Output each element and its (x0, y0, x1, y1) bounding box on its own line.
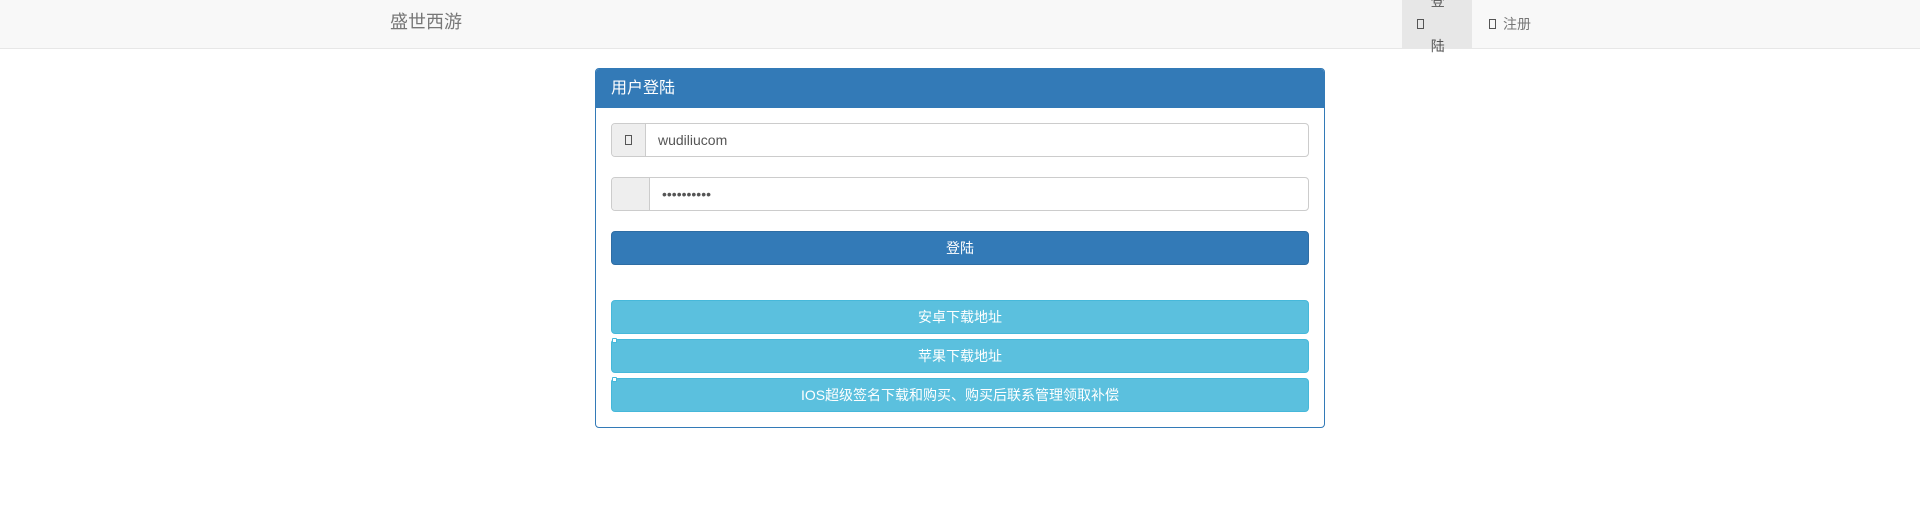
ios-signature-label: IOS超级签名下载和购买、购买后联系管理领取补偿 (800, 387, 1120, 403)
ios-signature-button[interactable]: IOS超级签名下载和购买、购买后联系管理领取补偿 (611, 377, 1309, 412)
login-icon (1417, 19, 1424, 29)
login-button[interactable]: 登陆 (611, 231, 1309, 265)
brand-title[interactable]: 盛世西游 (390, 0, 462, 48)
password-addon (612, 178, 650, 210)
top-navbar: 盛世西游 登陆 注册 (0, 0, 1920, 54)
panel-title: 用户登陆 (596, 69, 1324, 108)
password-group (611, 177, 1309, 211)
username-addon (612, 124, 646, 156)
nav-register-link[interactable]: 注册 (1474, 0, 1546, 48)
password-input[interactable] (650, 178, 1308, 210)
nav-register-label: 注册 (1503, 15, 1531, 32)
corner-marker-icon (612, 377, 617, 382)
nav-login-label: 登陆 (1430, 0, 1445, 54)
android-download-button[interactable]: 安卓下载地址 (611, 300, 1309, 334)
user-icon (1489, 19, 1496, 29)
username-group (611, 123, 1309, 157)
apple-download-button[interactable]: 苹果下载地址 (611, 338, 1309, 373)
username-input[interactable] (646, 124, 1308, 156)
apple-download-label: 苹果下载地址 (918, 348, 1002, 364)
nav-login-link[interactable]: 登陆 (1402, 0, 1472, 54)
user-icon (625, 135, 632, 145)
corner-marker-icon (612, 338, 617, 343)
login-panel: 用户登陆 登陆 安卓下载地址 苹果下载地址 IOS超级签名下载和购买、购买后联系… (595, 68, 1325, 428)
